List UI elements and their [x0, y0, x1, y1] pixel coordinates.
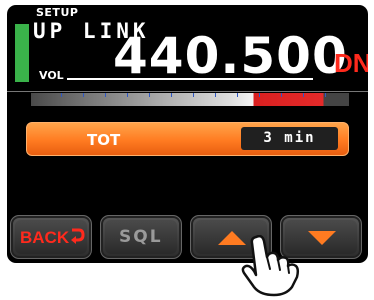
- tot-value: 3 min: [241, 127, 338, 150]
- meter-tick: [193, 93, 194, 97]
- sql-button[interactable]: SQL: [100, 215, 182, 259]
- volume-label: VOL: [39, 69, 64, 82]
- pointing-hand-icon: [241, 235, 300, 297]
- meter-tick: [215, 93, 216, 97]
- divider: [7, 91, 368, 92]
- meter-tick: [127, 93, 128, 97]
- meter-tick: [259, 93, 260, 97]
- meter-tick: [171, 93, 172, 97]
- return-arrow-icon: [71, 228, 85, 244]
- frequency-readout: 440.500: [113, 27, 348, 85]
- meter-tick: [237, 93, 238, 97]
- signal-indicator: [15, 24, 29, 82]
- meter-tick: [83, 93, 84, 97]
- volume-line: [67, 78, 313, 80]
- tot-label: TOT: [87, 131, 121, 149]
- meter-tick: [303, 93, 304, 97]
- meter-tick: [281, 93, 282, 97]
- meter-tick: [105, 93, 106, 97]
- tot-setting-row[interactable]: TOT 3 min: [26, 122, 349, 156]
- signal-meter: [31, 93, 349, 106]
- meter-tick: [61, 93, 62, 97]
- sql-label: SQL: [119, 227, 163, 247]
- shift-indicator: DN: [334, 48, 368, 78]
- meter-tick: [149, 93, 150, 97]
- back-button[interactable]: BACK: [10, 215, 92, 259]
- mode-title: SETUP: [36, 6, 79, 19]
- meter-tick: [325, 93, 326, 97]
- triangle-down-icon: [308, 231, 336, 245]
- radio-display: SETUP UP LINK 440.500 VOL DN TOT 3 min B…: [7, 5, 368, 263]
- back-label: BACK: [20, 228, 70, 247]
